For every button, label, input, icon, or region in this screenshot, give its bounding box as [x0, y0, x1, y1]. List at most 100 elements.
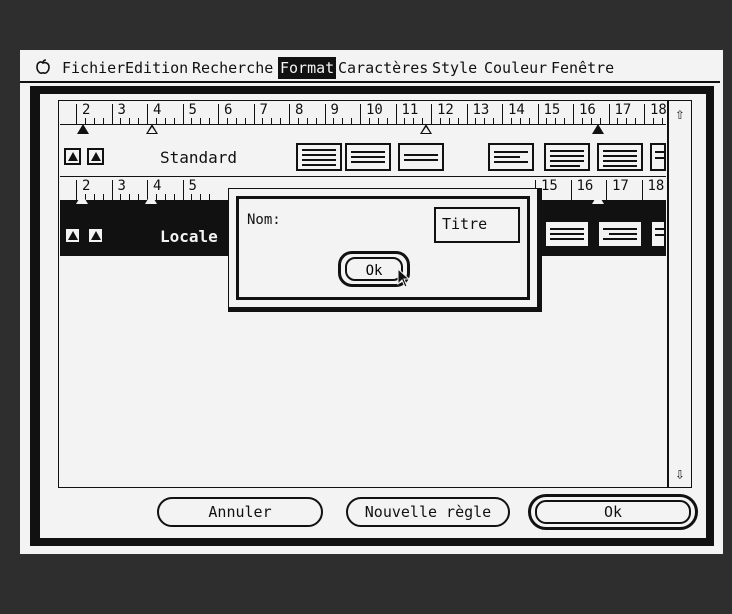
- right-margin-marker[interactable]: [592, 124, 604, 134]
- indent-marker[interactable]: [146, 124, 158, 134]
- ruler-standard-label: 15: [543, 102, 561, 118]
- ruler-standard-label: 12: [437, 102, 454, 118]
- apple-icon[interactable]: [35, 59, 51, 79]
- ruler-standard-tick: [138, 118, 140, 124]
- ruler-standard-label: 2: [82, 102, 91, 118]
- ruler-standard-tick: [315, 118, 317, 124]
- ruler-locale-label: 4: [153, 178, 162, 194]
- nom-label: Nom:: [247, 212, 281, 228]
- ruler-standard-tick: [111, 104, 113, 124]
- move-up-icon[interactable]: [64, 227, 81, 244]
- indent-marker[interactable]: [145, 194, 157, 204]
- move-up-icon[interactable]: [87, 148, 104, 165]
- align-center-icon[interactable]: [345, 143, 391, 171]
- cancel-button[interactable]: Annuler: [157, 497, 323, 527]
- ruler-standard-tick: [404, 118, 406, 124]
- ruler-standard-label: 11: [401, 102, 419, 118]
- menu-format[interactable]: Format: [278, 57, 337, 79]
- align-center-icon[interactable]: [544, 220, 590, 248]
- ruler-standard-label: 3: [117, 102, 126, 118]
- ruler-locale-tick: [606, 180, 607, 200]
- ruler-standard-tick: [431, 104, 432, 124]
- ruler-standard-tick: [573, 104, 574, 124]
- ruler-standard-label: 18: [650, 102, 666, 118]
- ruler-standard-label: 13: [472, 102, 490, 118]
- indent-right-icon[interactable]: [488, 143, 534, 171]
- ruler-standard-tick: [218, 104, 219, 124]
- move-up-icon[interactable]: [87, 227, 104, 244]
- ruler-standard-tick: [200, 118, 202, 124]
- align-right-icon[interactable]: [597, 220, 643, 248]
- spacing-single-icon[interactable]: [544, 143, 590, 171]
- ruler-locale-tick: [570, 180, 572, 200]
- ruler-standard-tick: [147, 104, 148, 124]
- ok-button[interactable]: Ok: [528, 494, 698, 530]
- ruler-standard-tick: [93, 118, 95, 124]
- tab-marker[interactable]: [420, 124, 432, 134]
- ruler-standard-tick: [191, 118, 193, 124]
- left-margin-marker[interactable]: [76, 194, 88, 204]
- mouse-pointer-icon: [397, 267, 411, 293]
- ruler-standard-tick: [564, 118, 566, 124]
- spacing-more-icon[interactable]: [650, 143, 666, 171]
- ruler-locale-tick: [111, 180, 113, 200]
- new-rule-button[interactable]: Nouvelle règle: [346, 497, 510, 527]
- ruler-standard-tick: [626, 118, 628, 124]
- ruler-standard-tick: [244, 118, 246, 124]
- ruler-locale-label: 3: [117, 178, 126, 194]
- nom-input[interactable]: Titre: [434, 207, 520, 243]
- spacing-double-icon[interactable]: [597, 143, 643, 171]
- menu-style[interactable]: Style: [432, 59, 477, 77]
- ruler-standard-tick: [271, 118, 273, 124]
- ruler-standard-tick: [386, 118, 388, 124]
- ruler-locale-label: 2: [82, 178, 91, 194]
- ruler-standard-tick: [368, 118, 370, 124]
- ruler-standard[interactable]: 2 3 4 5 6 7 8 9 10 11 12 13 14 15 16 17 18: [60, 102, 666, 125]
- style-name-standard: Standard: [160, 148, 238, 167]
- spacing-more-icon[interactable]: [650, 220, 666, 248]
- ruler-standard-label: 16: [579, 102, 596, 118]
- ruler-standard-tick: [226, 118, 228, 124]
- scroll-up-icon[interactable]: ⇧: [669, 103, 691, 125]
- ruler-standard-tick: [360, 104, 361, 124]
- move-up-icon[interactable]: [64, 148, 81, 165]
- ruler-standard-tick: [280, 118, 282, 124]
- menu-edition[interactable]: Edition: [125, 59, 188, 77]
- ruler-standard-tick: [617, 118, 619, 124]
- vertical-scrollbar[interactable]: ⇧ ⇩: [668, 100, 692, 488]
- ruler-standard-tick: [475, 118, 477, 124]
- ruler-standard-tick: [289, 104, 290, 124]
- style-row-standard[interactable]: Standard: [60, 140, 666, 177]
- ruler-standard-tick: [635, 118, 637, 124]
- ruler-standard-tick: [297, 118, 299, 124]
- ruler-standard-tick: [377, 118, 379, 124]
- menu-recherche[interactable]: Recherche: [192, 59, 273, 77]
- left-margin-marker[interactable]: [77, 124, 89, 134]
- ruler-standard-tick: [182, 104, 184, 124]
- ruler-standard-tick: [528, 118, 530, 124]
- menu-fichier[interactable]: Fichier: [62, 59, 125, 77]
- menu-couleur[interactable]: Couleur: [484, 59, 547, 77]
- ruler-locale-label: 16: [576, 178, 594, 194]
- ruler-locale-label: 18: [647, 178, 665, 194]
- scroll-down-icon[interactable]: ⇩: [669, 463, 691, 485]
- dialog-ok-label: Ok: [345, 257, 403, 281]
- ruler-standard-tick: [129, 118, 131, 124]
- ruler-standard-label: 7: [259, 102, 268, 118]
- ruler-standard-tick: [209, 118, 211, 124]
- ruler-standard-tick: [661, 118, 663, 124]
- ruler-standard-tick: [439, 118, 441, 124]
- justify-icon[interactable]: [296, 143, 342, 171]
- ruler-standard-tick: [457, 118, 459, 124]
- ruler-standard-label: 10: [366, 102, 383, 118]
- menu-fenetre[interactable]: Fenêtre: [551, 59, 614, 77]
- ruler-standard-tick: [164, 118, 166, 124]
- ruler-standard-tick: [555, 118, 557, 124]
- right-margin-marker[interactable]: [592, 194, 604, 204]
- ruler-standard-tick: [581, 118, 583, 124]
- ruler-standard-tick: [120, 118, 122, 124]
- align-left-icon[interactable]: [398, 143, 444, 171]
- menu-caracteres[interactable]: Caractères: [338, 59, 428, 77]
- ruler-locale-label: 15: [541, 178, 558, 194]
- ruler-standard-label: 4: [153, 102, 162, 118]
